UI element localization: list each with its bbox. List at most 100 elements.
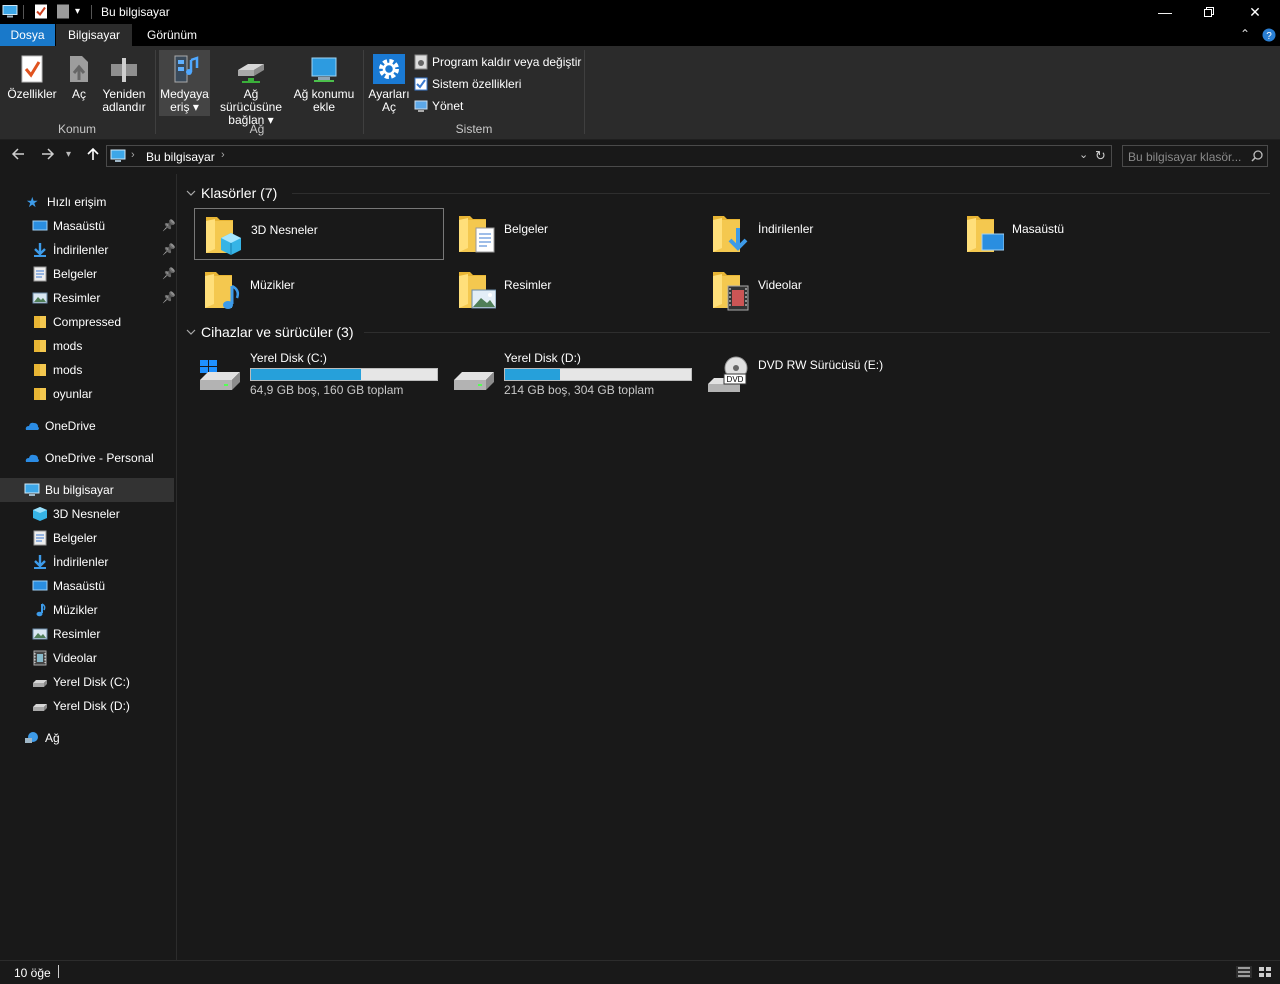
pin-icon[interactable]: 📌 [162,267,176,280]
sidebar-item[interactable]: Masaüstü [0,574,176,598]
tab-file[interactable]: Dosya [0,24,55,46]
pin-icon[interactable]: 📌 [162,243,176,256]
folder-icon [34,364,46,376]
system-properties-icon [414,77,428,91]
status-divider [58,965,59,978]
forward-arrow-icon [42,148,55,160]
collapse-ribbon-icon[interactable]: ⌃ [1240,27,1250,41]
sidebar-item[interactable]: Masaüstü 📌 [0,214,176,238]
open-settings-button[interactable]: Ayarları Aç [367,54,411,114]
network-icon [25,732,38,743]
svg-text:?: ? [1266,31,1272,42]
drive-tile[interactable]: Yerel Disk (D:) 214 GB boş, 304 GB toplam [448,348,698,398]
sidebar-item-this-pc[interactable]: Bu bilgisayar [0,478,174,502]
pin-icon[interactable]: 📌 [162,291,176,304]
system-properties-button[interactable]: Sistem özellikleri [414,75,521,93]
search-input[interactable]: Bu bilgisayar klasör... [1128,150,1241,164]
sidebar-item[interactable]: Videolar [0,646,176,670]
close-button[interactable]: ✕ [1232,0,1278,24]
folders-section-header[interactable]: Klasörler (7) [186,185,277,201]
back-button[interactable] [8,146,28,167]
up-button[interactable] [83,146,103,167]
rename-button[interactable]: Yeniden adlandır [98,54,150,114]
folder-tile[interactable]: Resimler [448,264,698,316]
refresh-icon[interactable]: ↻ [1095,148,1106,164]
network-location-icon [311,57,337,82]
back-arrow-icon [11,148,24,160]
breadcrumb-separator-icon[interactable]: › [221,149,225,161]
onedrive-cloud-icon [25,422,39,430]
folder-tile[interactable]: İndirilenler [702,208,952,260]
properties-button[interactable]: Özellikler [6,54,58,101]
breadcrumb-this-pc[interactable]: Bu bilgisayar [146,150,215,164]
sidebar-item[interactable]: Resimler [0,622,176,646]
svg-text:DVD: DVD [727,375,744,384]
sidebar-item[interactable]: Müzikler [0,598,176,622]
computer-icon[interactable] [2,3,18,20]
breadcrumb-separator-icon[interactable]: › [131,149,135,161]
sidebar-item[interactable]: mods [0,358,176,382]
devices-section-header[interactable]: Cihazlar ve sürücüler (3) [186,324,354,340]
drive-tile[interactable]: Yerel Disk (C:) 64,9 GB boş, 160 GB topla… [194,348,444,398]
search-box[interactable]: Bu bilgisayar klasör... [1122,145,1268,167]
sidebar-item[interactable]: İndirilenler 📌 [0,238,176,262]
drive-free-space: 64,9 GB boş, 160 GB toplam [250,383,404,397]
minimize-button[interactable]: — [1142,0,1188,24]
add-network-location-button[interactable]: Ağ konumu ekle [292,54,356,114]
sidebar-item-onedrive-personal[interactable]: OneDrive - Personal [0,446,176,470]
sidebar-item[interactable]: oyunlar [0,382,176,406]
pin-icon[interactable]: 📌 [162,219,176,232]
group-label-location: Konum [57,122,97,136]
media-access-button[interactable]: Medyaya eriş ▾ [159,54,210,114]
qat-divider [91,5,92,19]
folder-icon [205,272,240,309]
recent-locations-dropdown[interactable]: ▾ [66,149,71,160]
folder-tile[interactable]: Videolar [702,264,952,316]
map-network-drive-button[interactable]: Ağ sürücüsüne bağlan ▾ [212,54,290,127]
onedrive-cloud-icon [25,454,39,462]
uninstall-program-button[interactable]: Program kaldır veya değiştir [414,53,581,71]
tab-computer[interactable]: Bilgisayar [56,24,132,46]
folder-icon [206,217,241,255]
manage-button[interactable]: Yönet [414,97,463,115]
sidebar-item[interactable]: Resimler 📌 [0,286,176,310]
section-divider [292,193,1270,194]
sidebar-item[interactable]: Belgeler [0,526,176,550]
drive-tile[interactable]: DVD DVD RW Sürücüsü (E:) [702,348,952,398]
new-folder-icon[interactable] [56,3,70,20]
restore-button[interactable] [1186,0,1232,24]
documents-icon [33,530,47,546]
large-icons-view-icon[interactable] [1258,966,1272,978]
sidebar-item[interactable]: Yerel Disk (C:) [0,670,176,694]
desktop-icon [32,580,48,591]
sidebar-item[interactable]: İndirilenler [0,550,176,574]
folder-tile[interactable]: Müzikler [194,264,444,316]
up-arrow-icon [87,147,99,160]
folder-tile[interactable]: Masaüstü [956,208,1206,260]
folder-icon [967,216,1004,252]
properties-icon [21,55,43,83]
hard-drive-icon [454,372,494,390]
ribbon-separator [155,50,156,134]
qat-dropdown-icon[interactable]: ▾ [75,6,80,17]
sidebar-item[interactable]: mods [0,334,176,358]
sidebar-item[interactable]: Compressed [0,310,176,334]
sidebar-item[interactable]: Belgeler 📌 [0,262,176,286]
sidebar-item-network[interactable]: Ağ [0,726,176,750]
map-drive-icon [238,64,264,83]
sidebar-item[interactable]: 3D Nesneler [0,502,176,526]
folder-tile[interactable]: 3D Nesneler [194,208,444,260]
address-bar[interactable]: › Bu bilgisayar › ⌄ ↻ [106,145,1112,167]
details-view-icon[interactable] [1236,966,1252,978]
sidebar-item-quick-access[interactable]: ★ Hızlı erişim [0,190,176,214]
sidebar-item-onedrive[interactable]: OneDrive [0,414,176,438]
dvd-drive-icon: DVD [708,356,748,392]
folder-tile[interactable]: Belgeler [448,208,698,260]
tab-view[interactable]: Görünüm [136,24,208,46]
forward-button[interactable] [38,146,58,167]
sidebar-item[interactable]: Yerel Disk (D:) [0,694,176,718]
address-dropdown-icon[interactable]: ⌄ [1079,148,1088,161]
properties-icon[interactable] [34,3,48,20]
open-button[interactable]: Aç [64,54,94,101]
help-icon[interactable]: ? [1262,28,1276,42]
